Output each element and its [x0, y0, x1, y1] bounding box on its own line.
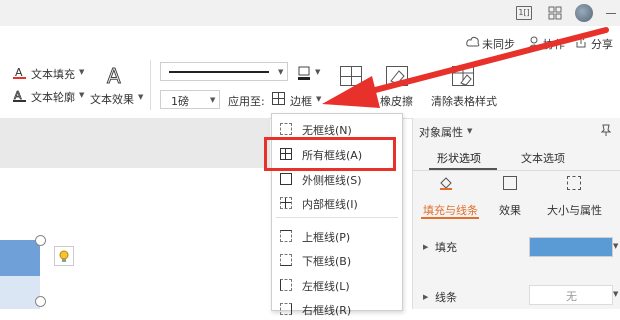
arrow-annotation — [322, 27, 609, 108]
